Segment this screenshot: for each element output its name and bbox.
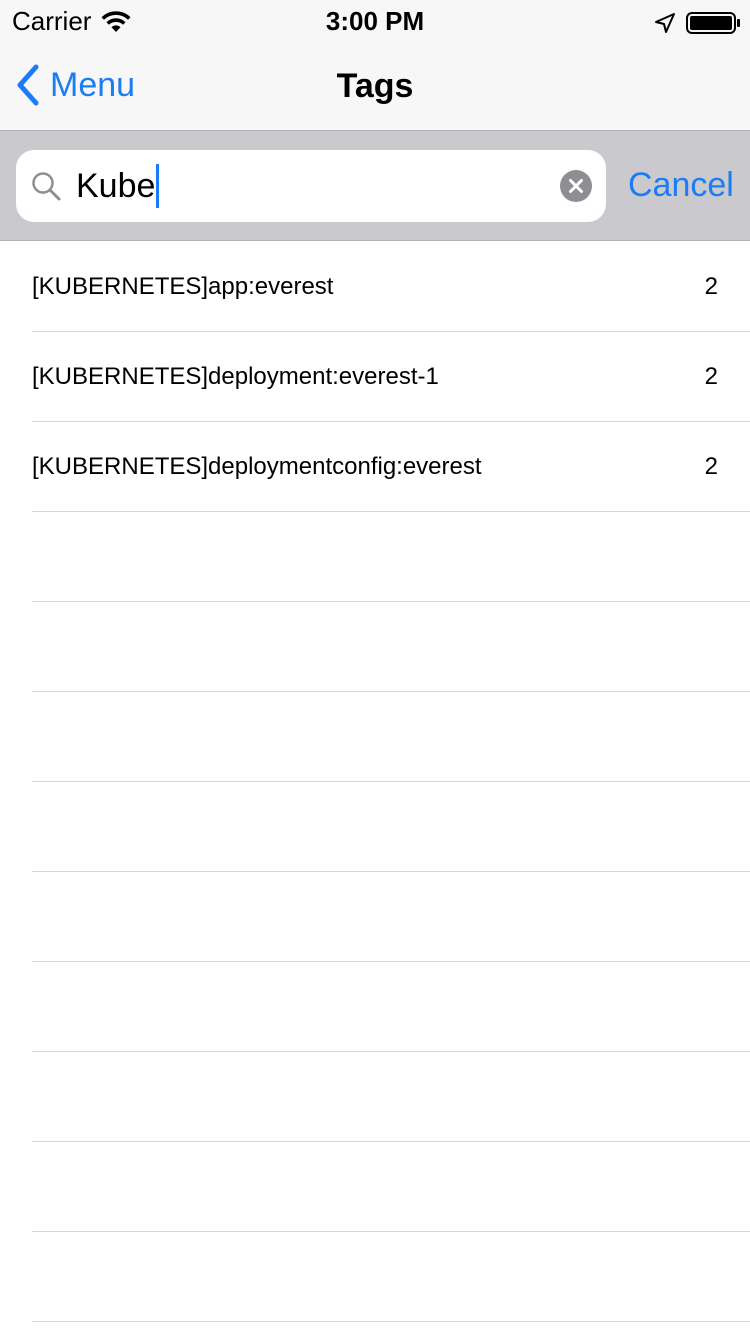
empty-row (0, 692, 750, 782)
list-item[interactable]: [KUBERNETES]app:everest 2 (0, 242, 750, 332)
tag-name: [KUBERNETES]deployment:everest-1 (32, 362, 439, 390)
empty-row (0, 1142, 750, 1232)
search-input[interactable]: Kube (76, 160, 160, 212)
tags-screen: Carrier 3:00 PM Menu Tags Kube Cancel [K… (0, 0, 750, 1334)
empty-row (0, 602, 750, 692)
status-bar: Carrier 3:00 PM (0, 0, 750, 40)
clear-icon[interactable] (560, 170, 592, 202)
battery-icon (686, 12, 740, 34)
empty-row (0, 782, 750, 872)
list-item[interactable]: [KUBERNETES]deploymentconfig:everest 2 (0, 422, 750, 512)
empty-row (0, 1052, 750, 1142)
search-field[interactable]: Kube (16, 150, 606, 222)
empty-row (0, 872, 750, 962)
status-time: 3:00 PM (325, 6, 425, 36)
tag-count: 2 (704, 452, 718, 480)
tag-name: [KUBERNETES]app:everest (32, 272, 334, 300)
location-arrow-icon (655, 13, 675, 33)
cancel-button[interactable]: Cancel (628, 165, 734, 205)
empty-row (0, 962, 750, 1052)
tag-count: 2 (704, 272, 718, 300)
page-title: Tags (336, 67, 414, 105)
list-item[interactable]: [KUBERNETES]deployment:everest-1 2 (0, 332, 750, 422)
text-cursor (156, 164, 160, 208)
tag-list: [KUBERNETES]app:everest 2 [KUBERNETES]de… (0, 242, 750, 1322)
tag-count: 2 (704, 362, 718, 390)
empty-row (0, 512, 750, 602)
navigation-bar: Menu Tags (0, 40, 750, 130)
empty-row (0, 1232, 750, 1322)
tag-name: [KUBERNETES]deploymentconfig:everest (32, 452, 482, 480)
search-icon (32, 172, 61, 201)
search-bar: Kube Cancel (0, 130, 750, 241)
search-query-text: Kube (76, 167, 156, 205)
